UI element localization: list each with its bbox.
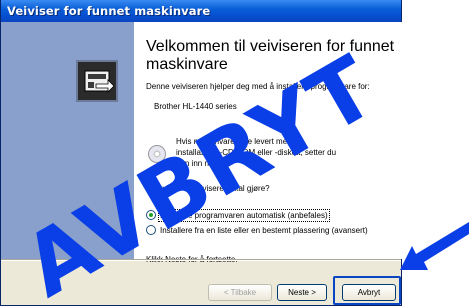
pointer-arrow-icon [400,222,469,270]
window-title[interactable]: Veiviser for funnet maskinvare [1,0,401,22]
button-separator [1,259,401,261]
page-title: Velkommen til veiviseren for funnet mask… [146,38,396,74]
cd-icon [148,145,166,163]
question-text: Hva vil du at veiviseren skal gjøre? [146,184,270,193]
option-advanced-label[interactable]: Installere fra en liste eller en bestemt… [160,226,368,235]
device-name: Brother HL-1440 series [154,102,237,111]
cd-text-line3: den inn nå. [176,159,216,168]
wizard-sidebar [1,22,134,259]
option-automatic-label[interactable]: Installere programvaren automatisk (anbe… [158,208,330,222]
option-automatic[interactable]: Installere programvaren automatisk (anbe… [146,208,330,222]
radio-button-automatic[interactable] [146,210,156,220]
page-title-line2: maskinvare [146,56,228,73]
back-button[interactable]: < Tilbake [208,284,272,301]
radio-button-advanced[interactable] [146,225,156,235]
hardware-wizard-icon [76,60,118,102]
next-button[interactable]: Neste > [277,284,327,301]
cd-text-line2: installasjons-CD-ROM eller -diskett, set… [176,148,337,157]
page-title-line1: Velkommen til veiviseren for funnet [146,38,395,55]
wizard-content: Velkommen til veiviseren for funnet mask… [134,22,402,264]
cd-text-line1: Hvis maskinvaren ble levert med en [176,137,303,146]
intro-text: Denne veiviseren hjelper deg med å insta… [146,82,370,91]
wizard-window: Veiviser for funnet maskinvare Velkommen… [0,0,402,306]
option-advanced[interactable]: Installere fra en liste eller en bestemt… [146,225,368,235]
cancel-highlight-box [333,276,401,305]
